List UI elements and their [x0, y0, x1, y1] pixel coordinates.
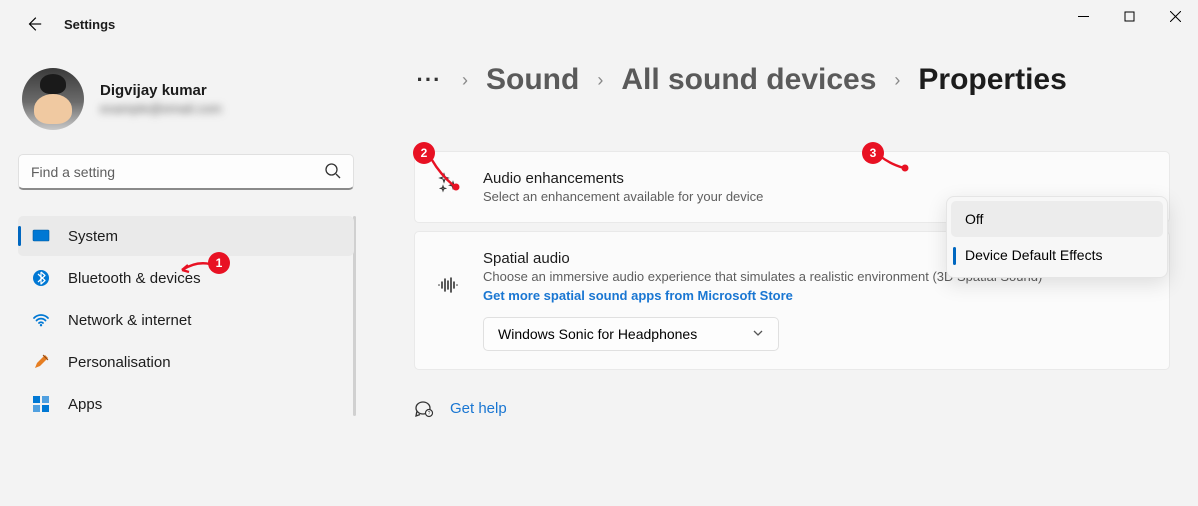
user-email [100, 101, 222, 116]
search-wrap [18, 154, 354, 190]
search-input[interactable] [18, 154, 354, 190]
sidebar-item-apps[interactable]: Apps [18, 384, 354, 424]
user-display-name: Digvijay kumar [100, 82, 222, 99]
annotation-badge-2: 2 [413, 142, 435, 164]
apps-icon [32, 395, 50, 413]
search-icon [324, 162, 342, 180]
soundwave-icon [437, 274, 459, 296]
sidebar: Digvijay kumar System Blueto [0, 48, 370, 506]
user-card[interactable]: Digvijay kumar [22, 68, 354, 130]
spatial-audio-select[interactable]: Windows Sonic for Headphones [483, 317, 779, 351]
annotation-arrow-1 [178, 261, 212, 275]
chevron-right-icon: › [597, 70, 603, 91]
wifi-icon [32, 311, 50, 329]
sidebar-item-network[interactable]: Network & internet [18, 300, 354, 340]
dropdown-option-off[interactable]: Off [951, 201, 1163, 237]
annotation-badge-1: 1 [208, 252, 230, 274]
sidebar-item-label: System [68, 228, 118, 245]
system-icon [32, 227, 50, 245]
card-title: Audio enhancements [483, 170, 1147, 187]
chevron-right-icon: › [894, 70, 900, 91]
annotation-badge-3: 3 [862, 142, 884, 164]
content: ··· › Sound › All sound devices › Proper… [370, 48, 1198, 506]
chevron-right-icon: › [462, 70, 468, 91]
breadcrumb-all-sound-devices[interactable]: All sound devices [621, 63, 876, 97]
brush-icon [32, 353, 50, 371]
back-button[interactable] [24, 14, 44, 34]
sidebar-item-system[interactable]: System [18, 216, 354, 256]
bluetooth-icon [32, 269, 50, 287]
dropdown-option-device-default[interactable]: Device Default Effects [951, 237, 1163, 273]
annotation-arrow-2 [426, 156, 462, 192]
avatar [22, 68, 84, 130]
help-row: ? Get help [414, 398, 1170, 418]
title-bar: Settings [0, 0, 1198, 48]
breadcrumb-sound[interactable]: Sound [486, 63, 579, 97]
app-title: Settings [64, 17, 115, 32]
window-controls [1060, 0, 1198, 32]
sidebar-item-label: Apps [68, 396, 102, 413]
maximize-button[interactable] [1106, 0, 1152, 32]
store-link[interactable]: Get more spatial sound apps from Microso… [483, 288, 1147, 303]
breadcrumb-properties: Properties [918, 63, 1066, 97]
sidebar-item-label: Network & internet [68, 312, 191, 329]
chevron-down-icon [752, 326, 764, 342]
sidebar-item-label: Personalisation [68, 354, 171, 371]
breadcrumb-overflow[interactable]: ··· [414, 67, 444, 93]
help-icon: ? [414, 398, 434, 418]
nav: System Bluetooth & devices Network & int… [18, 216, 354, 424]
audio-enhancements-dropdown: Off Device Default Effects [946, 196, 1168, 278]
minimize-button[interactable] [1060, 0, 1106, 32]
breadcrumb: ··· › Sound › All sound devices › Proper… [414, 63, 1170, 97]
sidebar-item-personalisation[interactable]: Personalisation [18, 342, 354, 382]
select-value: Windows Sonic for Headphones [498, 326, 697, 342]
close-button[interactable] [1152, 0, 1198, 32]
get-help-link[interactable]: Get help [450, 400, 507, 417]
svg-text:?: ? [428, 411, 431, 417]
